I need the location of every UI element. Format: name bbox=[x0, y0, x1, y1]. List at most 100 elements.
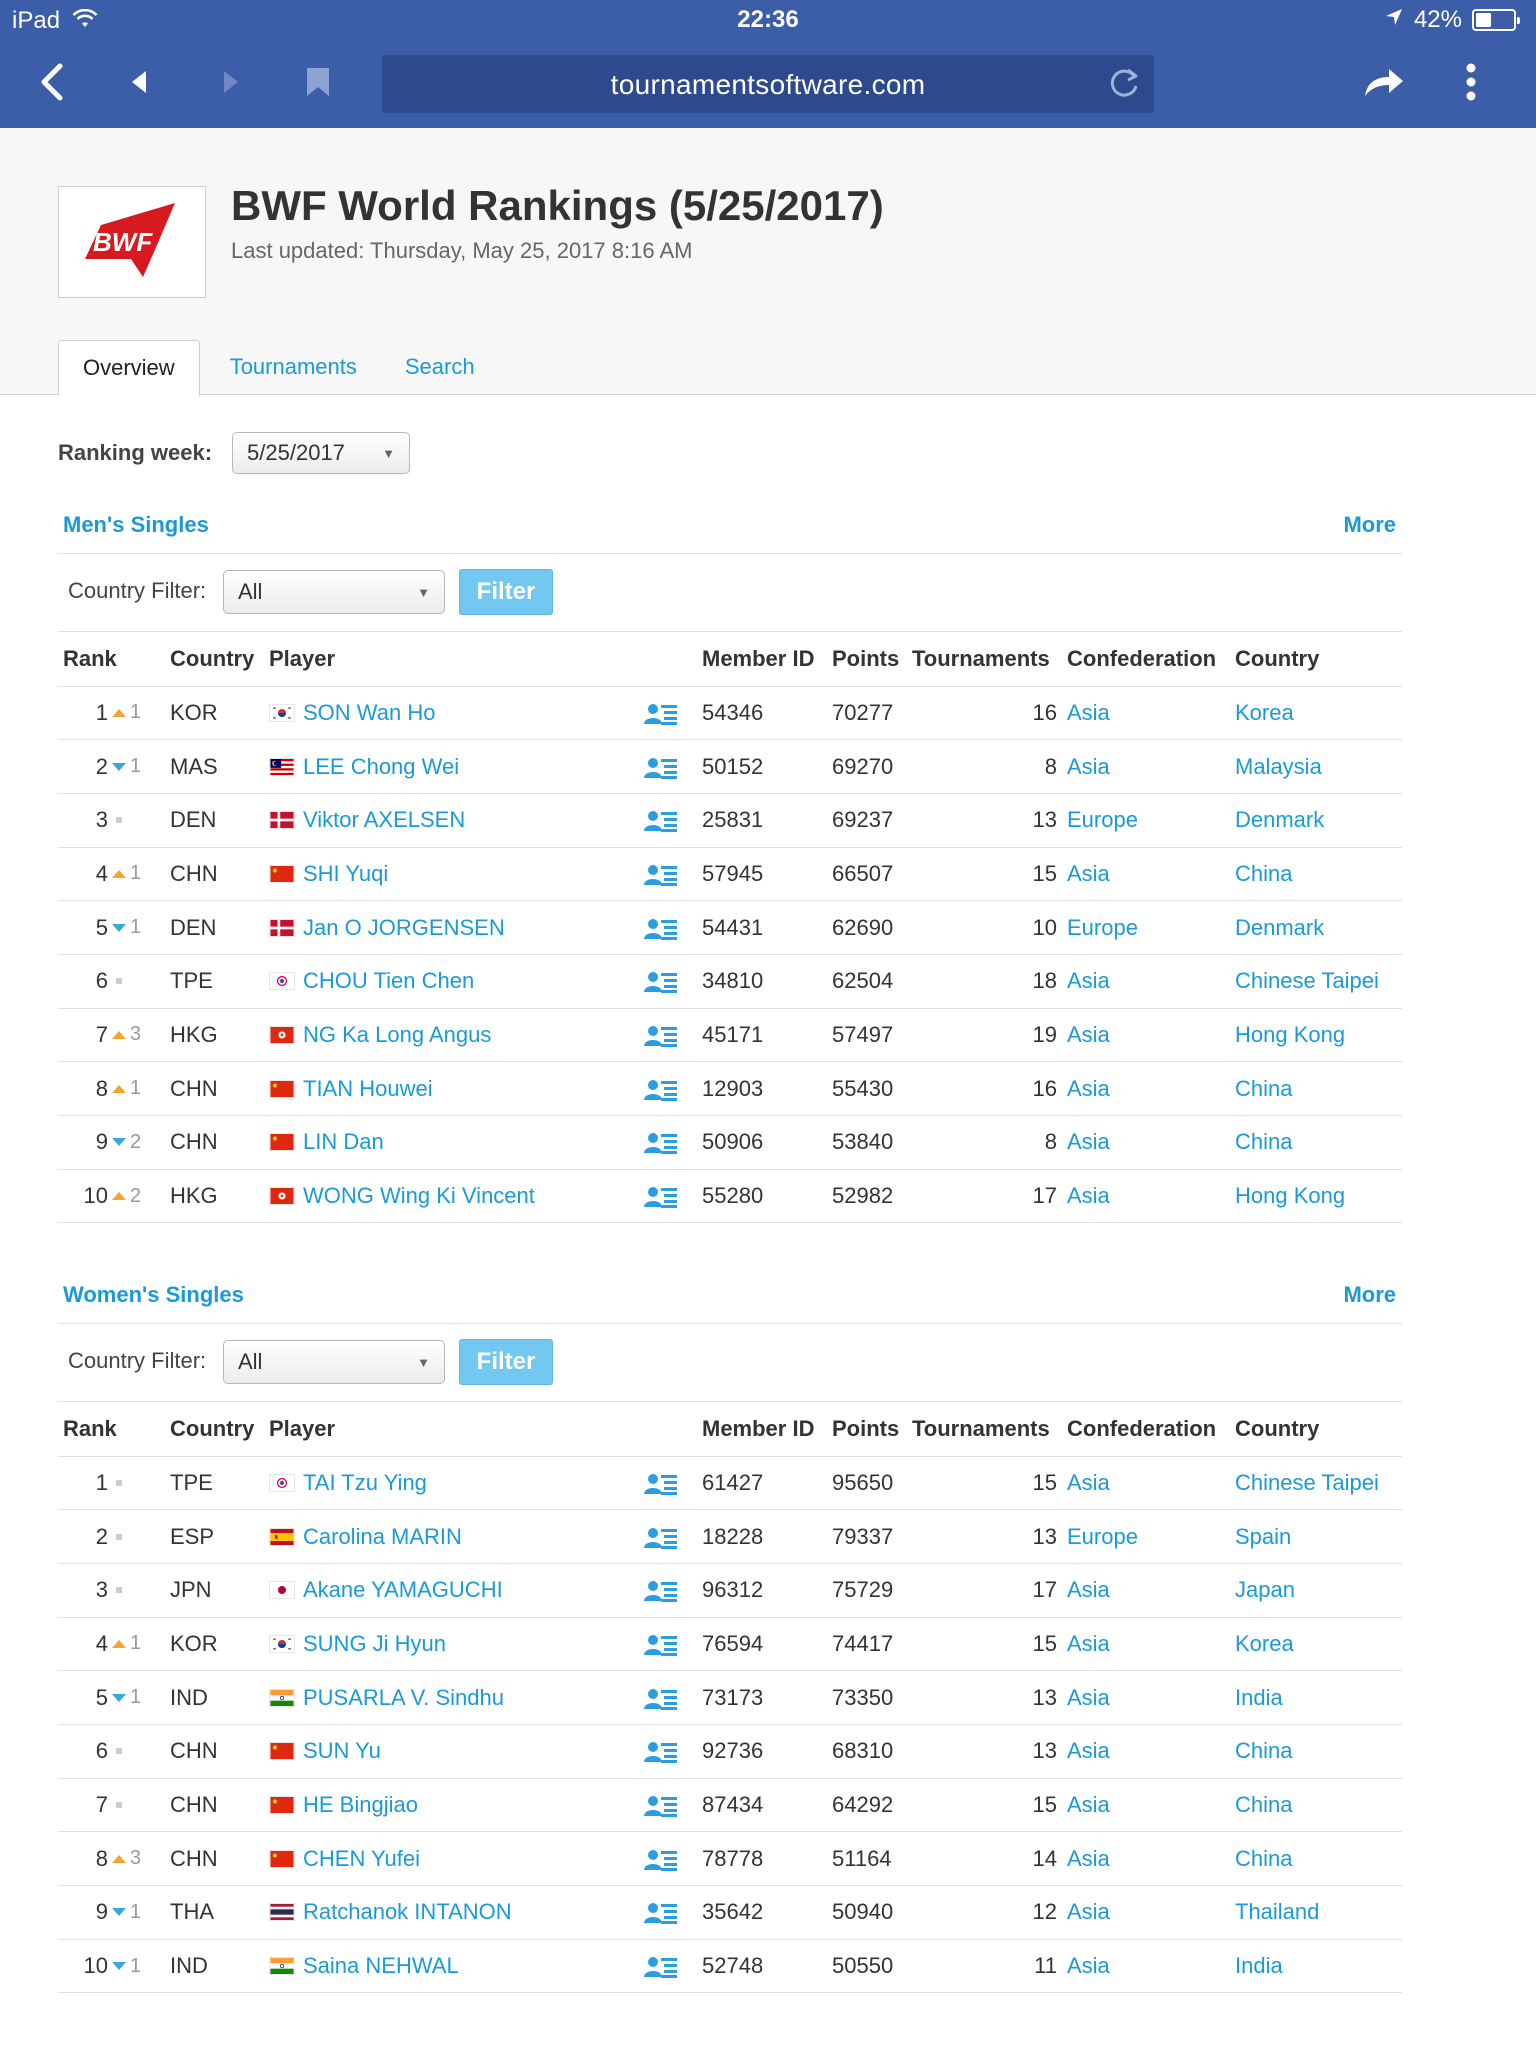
country-link[interactable]: Japan bbox=[1235, 1577, 1295, 1602]
confederation-link[interactable]: Asia bbox=[1067, 1183, 1110, 1208]
confederation-link[interactable]: Asia bbox=[1067, 1577, 1110, 1602]
player-profile-icon[interactable] bbox=[644, 702, 678, 726]
player-link[interactable]: SHI Yuqi bbox=[303, 861, 388, 886]
player-link[interactable]: Viktor AXELSEN bbox=[303, 807, 465, 832]
column-header-country-code[interactable]: Country bbox=[170, 632, 269, 687]
country-link[interactable]: China bbox=[1235, 1129, 1292, 1154]
confederation-link[interactable]: Asia bbox=[1067, 1685, 1110, 1710]
player-profile-icon[interactable] bbox=[644, 1078, 678, 1102]
country-link[interactable]: China bbox=[1235, 1076, 1292, 1101]
share-button[interactable] bbox=[1356, 54, 1412, 110]
player-link[interactable]: CHOU Tien Chen bbox=[303, 968, 474, 993]
player-profile-icon[interactable] bbox=[644, 1955, 678, 1979]
column-header-rank[interactable]: Rank bbox=[58, 632, 170, 687]
player-link[interactable]: Jan O JORGENSEN bbox=[303, 915, 505, 940]
country-link[interactable]: Hong Kong bbox=[1235, 1183, 1345, 1208]
confederation-link[interactable]: Europe bbox=[1067, 1524, 1138, 1549]
player-profile-icon[interactable] bbox=[644, 1185, 678, 1209]
player-link[interactable]: SUN Yu bbox=[303, 1738, 381, 1763]
player-link[interactable]: Ratchanok INTANON bbox=[303, 1899, 512, 1924]
country-link[interactable]: India bbox=[1235, 1685, 1283, 1710]
player-profile-icon[interactable] bbox=[644, 1024, 678, 1048]
reload-icon[interactable] bbox=[1104, 64, 1144, 104]
player-link[interactable]: SON Wan Ho bbox=[303, 700, 435, 725]
section-title[interactable]: Men's Singles bbox=[63, 512, 209, 538]
player-link[interactable]: LEE Chong Wei bbox=[303, 754, 459, 779]
column-header-confederation[interactable]: Confederation bbox=[1067, 1402, 1235, 1457]
filter-button[interactable]: Filter bbox=[459, 569, 553, 615]
confederation-link[interactable]: Europe bbox=[1067, 915, 1138, 940]
player-link[interactable]: SUNG Ji Hyun bbox=[303, 1631, 446, 1656]
player-link[interactable]: HE Bingjiao bbox=[303, 1792, 418, 1817]
column-header-player[interactable]: Player bbox=[269, 1402, 644, 1457]
country-link[interactable]: China bbox=[1235, 1792, 1292, 1817]
player-profile-icon[interactable] bbox=[644, 756, 678, 780]
confederation-link[interactable]: Asia bbox=[1067, 968, 1110, 993]
country-link[interactable]: China bbox=[1235, 1846, 1292, 1871]
player-link[interactable]: TAI Tzu Ying bbox=[303, 1470, 427, 1495]
confederation-link[interactable]: Asia bbox=[1067, 1953, 1110, 1978]
country-link[interactable]: Chinese Taipei bbox=[1235, 968, 1379, 993]
country-link[interactable]: China bbox=[1235, 861, 1292, 886]
country-link[interactable]: Chinese Taipei bbox=[1235, 1470, 1379, 1495]
player-profile-icon[interactable] bbox=[644, 1794, 678, 1818]
confederation-link[interactable]: Asia bbox=[1067, 1022, 1110, 1047]
column-header-tournaments[interactable]: Tournaments bbox=[912, 632, 1067, 687]
player-profile-icon[interactable] bbox=[644, 1472, 678, 1496]
tab-tournaments[interactable]: Tournaments bbox=[206, 340, 381, 396]
player-profile-icon[interactable] bbox=[644, 809, 678, 833]
player-profile-icon[interactable] bbox=[644, 1740, 678, 1764]
country-link[interactable]: Hong Kong bbox=[1235, 1022, 1345, 1047]
section-title[interactable]: Women's Singles bbox=[63, 1282, 244, 1308]
column-header-rank[interactable]: Rank bbox=[58, 1402, 170, 1457]
confederation-link[interactable]: Asia bbox=[1067, 700, 1110, 725]
player-link[interactable]: Saina NEHWAL bbox=[303, 1953, 459, 1978]
player-profile-icon[interactable] bbox=[644, 1579, 678, 1603]
confederation-link[interactable]: Asia bbox=[1067, 1846, 1110, 1871]
tab-search[interactable]: Search bbox=[381, 340, 499, 396]
player-link[interactable]: CHEN Yufei bbox=[303, 1846, 420, 1871]
bwf-logo[interactable]: BWF bbox=[58, 186, 206, 298]
player-link[interactable]: LIN Dan bbox=[303, 1129, 384, 1154]
player-link[interactable]: Carolina MARIN bbox=[303, 1524, 462, 1549]
forward-button[interactable] bbox=[202, 54, 258, 110]
column-header-points[interactable]: Points bbox=[832, 1402, 912, 1457]
country-link[interactable]: India bbox=[1235, 1953, 1283, 1978]
confederation-link[interactable]: Asia bbox=[1067, 1631, 1110, 1656]
country-filter-select[interactable]: All ▼ bbox=[223, 1340, 445, 1384]
ranking-week-select[interactable]: 5/25/2017 ▼ bbox=[232, 432, 411, 474]
confederation-link[interactable]: Asia bbox=[1067, 1129, 1110, 1154]
country-link[interactable]: Malaysia bbox=[1235, 754, 1322, 779]
player-link[interactable]: NG Ka Long Angus bbox=[303, 1022, 491, 1047]
confederation-link[interactable]: Asia bbox=[1067, 1738, 1110, 1763]
column-header-points[interactable]: Points bbox=[832, 632, 912, 687]
column-header-country[interactable]: Country bbox=[1235, 1402, 1402, 1457]
column-header-member-id[interactable]: Member ID bbox=[702, 632, 832, 687]
column-header-country[interactable]: Country bbox=[1235, 632, 1402, 687]
player-profile-icon[interactable] bbox=[644, 1633, 678, 1657]
close-back-button[interactable] bbox=[24, 54, 80, 110]
column-header-tournaments[interactable]: Tournaments bbox=[912, 1402, 1067, 1457]
bookmark-button[interactable] bbox=[290, 54, 346, 110]
country-link[interactable]: Korea bbox=[1235, 700, 1294, 725]
confederation-link[interactable]: Asia bbox=[1067, 1792, 1110, 1817]
address-bar[interactable]: tournamentsoftware.com bbox=[382, 55, 1154, 113]
confederation-link[interactable]: Asia bbox=[1067, 1076, 1110, 1101]
player-link[interactable]: TIAN Houwei bbox=[303, 1076, 433, 1101]
column-header-country-code[interactable]: Country bbox=[170, 1402, 269, 1457]
menu-button[interactable] bbox=[1443, 54, 1499, 110]
player-profile-icon[interactable] bbox=[644, 917, 678, 941]
column-header-confederation[interactable]: Confederation bbox=[1067, 632, 1235, 687]
player-profile-icon[interactable] bbox=[644, 1687, 678, 1711]
player-profile-icon[interactable] bbox=[644, 1848, 678, 1872]
country-link[interactable]: Spain bbox=[1235, 1524, 1291, 1549]
player-profile-icon[interactable] bbox=[644, 1901, 678, 1925]
country-link[interactable]: Korea bbox=[1235, 1631, 1294, 1656]
country-link[interactable]: Thailand bbox=[1235, 1899, 1319, 1924]
player-link[interactable]: WONG Wing Ki Vincent bbox=[303, 1183, 535, 1208]
filter-button[interactable]: Filter bbox=[459, 1339, 553, 1385]
more-link[interactable]: More bbox=[1343, 1282, 1396, 1308]
more-link[interactable]: More bbox=[1343, 512, 1396, 538]
tab-overview[interactable]: Overview bbox=[58, 340, 200, 396]
confederation-link[interactable]: Asia bbox=[1067, 1470, 1110, 1495]
